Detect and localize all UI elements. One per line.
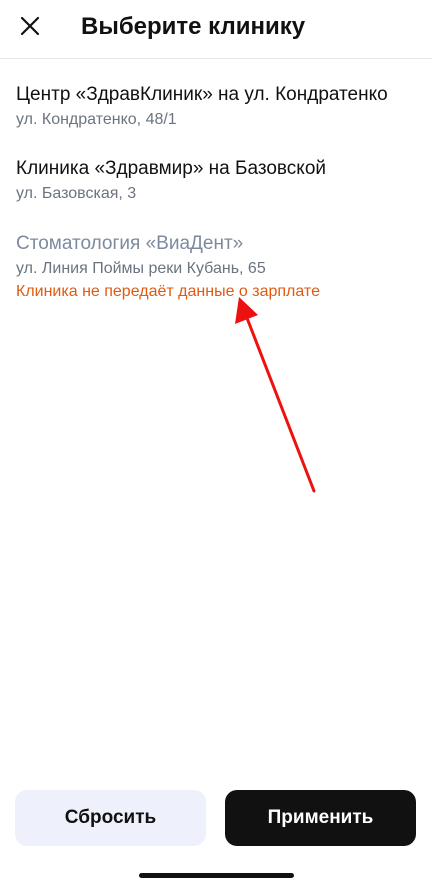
close-button[interactable]: [12, 8, 48, 44]
clinic-name: Центр «ЗдравКлиник» на ул. Кондратенко: [16, 84, 388, 105]
header: Выберите клинику: [0, 0, 432, 59]
clinic-address: ул. Кондратенко, 48/1: [16, 111, 177, 128]
clinic-warning-note: Клиника не передаёт данные о зарплате: [16, 283, 320, 300]
reset-button[interactable]: Сбросить: [15, 790, 206, 846]
footer: Сбросить Применить: [0, 790, 432, 846]
clinic-name: Стоматология «ВиаДент»: [16, 233, 244, 254]
apply-button[interactable]: Применить: [225, 790, 416, 846]
clinic-item-zdravmir[interactable]: Клиника «Здравмир» на Базовской ул. Базо…: [0, 156, 432, 204]
clinic-address: ул. Базовская, 3: [16, 185, 137, 202]
page-title: Выберите клинику: [81, 13, 306, 40]
close-icon: [20, 16, 40, 36]
annotation-arrow-shaft: [245, 316, 316, 493]
clinic-item-viadent[interactable]: Стоматология «ВиаДент» ул. Линия Поймы р…: [0, 231, 432, 302]
clinic-item-zdravklinik[interactable]: Центр «ЗдравКлиник» на ул. Кондратенко у…: [0, 82, 432, 130]
annotation-arrow: [235, 297, 316, 493]
clinic-address: ул. Линия Поймы реки Кубань, 65: [16, 260, 266, 277]
clinic-name: Клиника «Здравмир» на Базовской: [16, 158, 326, 179]
home-indicator: [139, 873, 294, 878]
